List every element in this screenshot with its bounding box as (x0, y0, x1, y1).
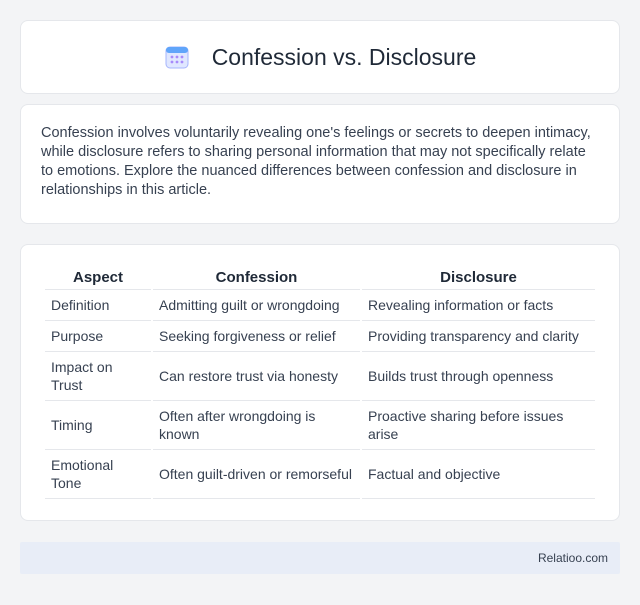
cell-disclosure: Revealing information or facts (362, 290, 595, 321)
cell-confession: Often after wrongdoing is known (153, 401, 360, 450)
cell-disclosure: Builds trust through openness (362, 352, 595, 401)
cell-disclosure: Proactive sharing before issues arise (362, 401, 595, 450)
cell-aspect: Purpose (45, 321, 151, 352)
table-row: Purpose Seeking forgiveness or relief Pr… (45, 321, 595, 352)
intro-text: Confession involves voluntarily revealin… (41, 125, 591, 198)
cell-confession: Admitting guilt or wrongdoing (153, 290, 360, 321)
cell-aspect: Definition (45, 290, 151, 321)
footer: Relatioo.com (20, 542, 620, 574)
cell-aspect: Impact on Trust (45, 352, 151, 401)
table-row: Impact on Trust Can restore trust via ho… (45, 352, 595, 401)
header-aspect: Aspect (45, 267, 151, 290)
cell-aspect: Emotional Tone (45, 450, 151, 499)
cell-disclosure: Providing transparency and clarity (362, 321, 595, 352)
cell-disclosure: Factual and objective (362, 450, 595, 499)
header-confession: Confession (153, 267, 360, 290)
title-card: Confession vs. Disclosure (20, 20, 620, 94)
table-header-row: Aspect Confession Disclosure (45, 267, 595, 290)
table-row: Emotional Tone Often guilt-driven or rem… (45, 450, 595, 499)
table-row: Timing Often after wrongdoing is known P… (45, 401, 595, 450)
footer-brand: Relatioo.com (537, 551, 608, 565)
page-title: Confession vs. Disclosure (211, 43, 477, 70)
cell-confession: Seeking forgiveness or relief (153, 321, 360, 352)
header-disclosure: Disclosure (362, 267, 595, 290)
cell-aspect: Timing (45, 401, 151, 450)
cell-confession: Often guilt-driven or remorseful (153, 450, 360, 499)
cell-confession: Can restore trust via honesty (153, 352, 360, 401)
comparison-table: Aspect Confession Disclosure Definition … (43, 267, 597, 499)
comparison-card: Aspect Confession Disclosure Definition … (20, 244, 620, 521)
intro-card: Confession involves voluntarily revealin… (20, 104, 620, 224)
table-row: Definition Admitting guilt or wrongdoing… (45, 290, 595, 321)
calendar-icon (165, 46, 189, 69)
